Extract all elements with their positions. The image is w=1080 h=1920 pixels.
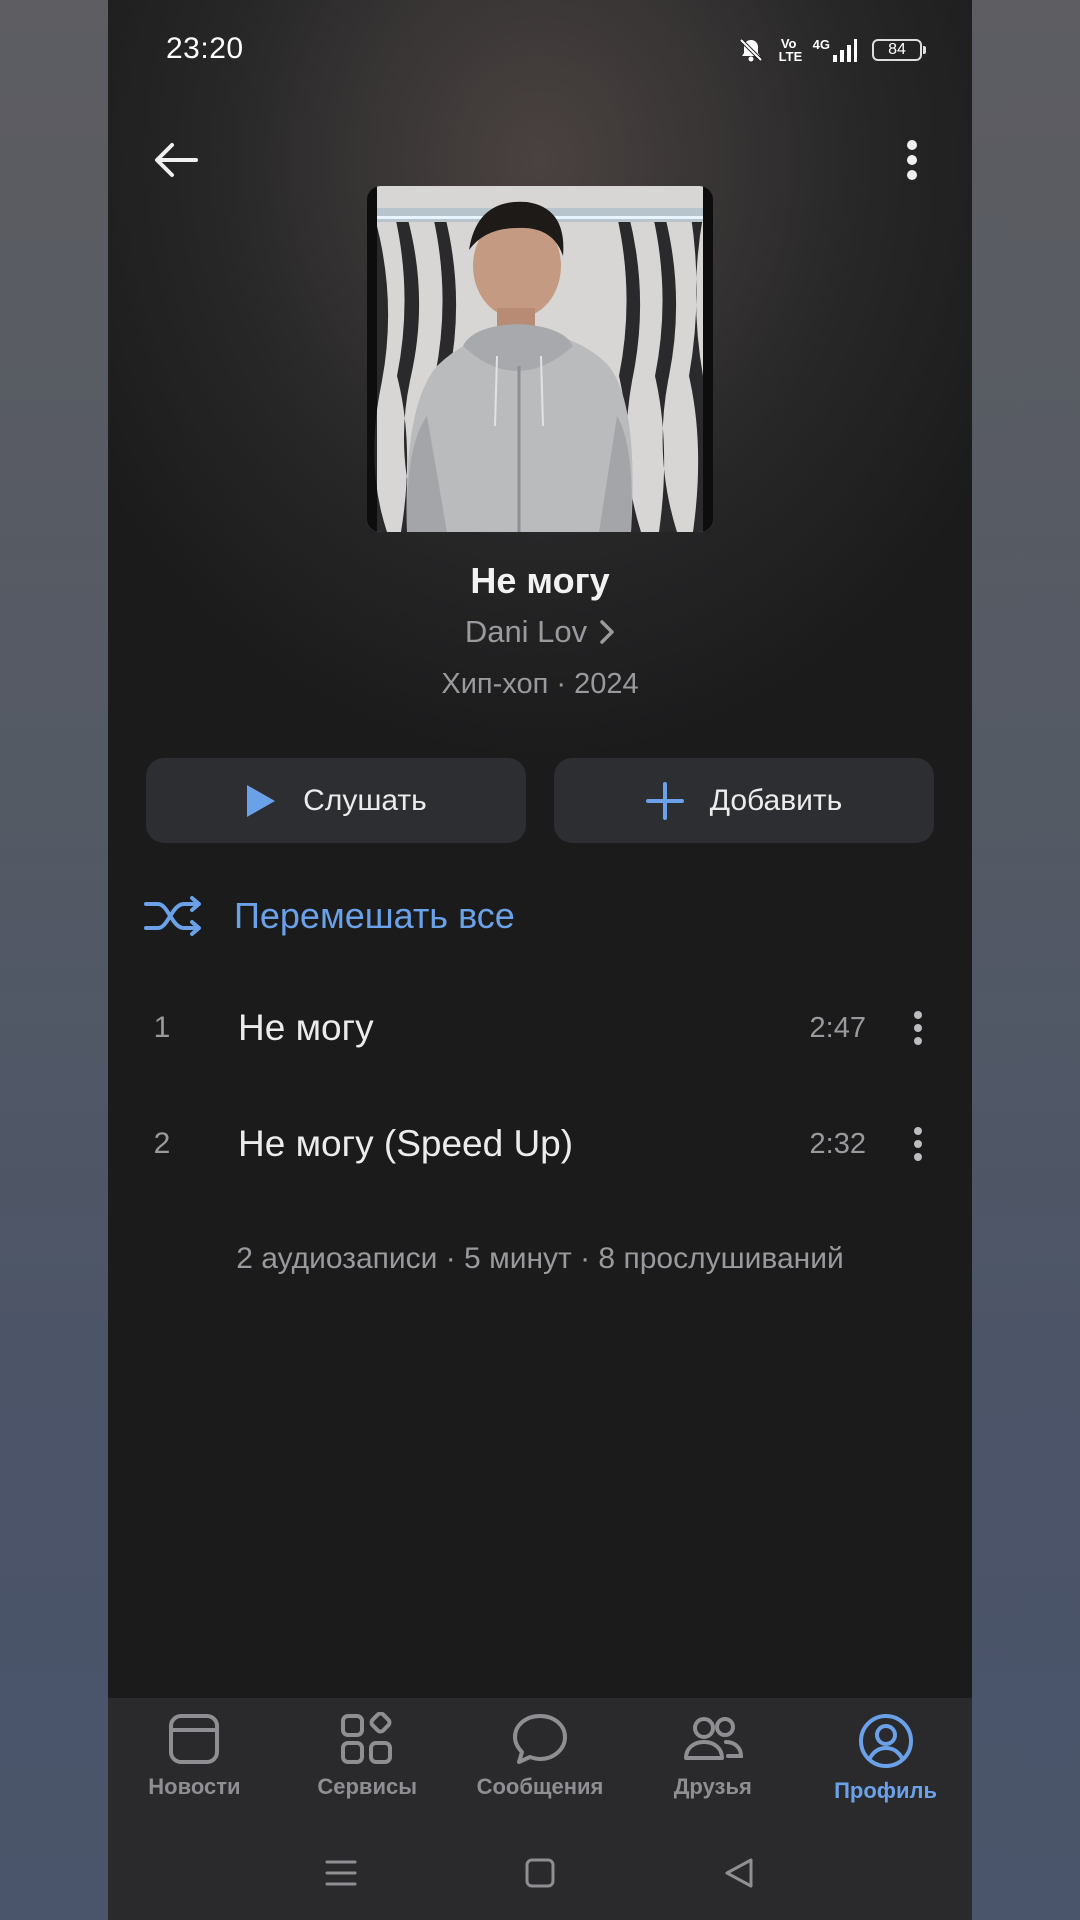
mute-bell-icon: [739, 38, 763, 62]
messages-icon: [512, 1714, 567, 1764]
plus-icon: [645, 781, 684, 820]
add-button-label: Добавить: [709, 783, 843, 817]
track-row[interactable]: 1 Не могу 2:47: [108, 970, 972, 1086]
back-button[interactable]: [144, 128, 208, 192]
status-icons: Vo LTE 4G 84: [737, 32, 926, 68]
status-bar: 23:20 Vo LTE 4G 84: [108, 0, 972, 100]
listen-button-label: Слушать: [303, 783, 427, 817]
track-duration: 2:32: [809, 1127, 866, 1160]
add-button[interactable]: Добавить: [554, 758, 934, 843]
profile-icon: [858, 1714, 913, 1768]
friends-icon: [683, 1717, 743, 1760]
system-nav-bar: [108, 1826, 972, 1920]
shuffle-all-button[interactable]: Перемешать все: [144, 884, 515, 948]
volte-indicator: Vo LTE: [778, 36, 803, 64]
nav-item-services[interactable]: Сервисы: [281, 1698, 454, 1826]
play-icon: [247, 784, 276, 817]
nav-label: Друзья: [673, 1774, 752, 1799]
track-more-button[interactable]: [898, 1114, 938, 1174]
track-list: 1 Не могу 2:47 2 Не могу (Speed Up) 2:32: [108, 970, 972, 1202]
nav-item-profile[interactable]: Профиль: [799, 1698, 972, 1826]
battery-icon: 84: [872, 39, 926, 61]
artist-link[interactable]: Dani Lov: [108, 614, 972, 650]
nav-label: Новости: [148, 1774, 241, 1799]
network-type: 4G: [813, 37, 858, 63]
more-vertical-icon: [914, 1127, 922, 1161]
album-title: Не могу: [470, 560, 610, 601]
news-icon: [169, 1714, 220, 1764]
album-cover-image: [367, 186, 713, 532]
more-options-button[interactable]: [884, 128, 940, 192]
arrow-left-icon: [155, 143, 198, 177]
recents-button[interactable]: [316, 1848, 366, 1898]
track-duration: 2:47: [809, 1011, 866, 1044]
track-more-button[interactable]: [898, 998, 938, 1058]
track-row[interactable]: 2 Не могу (Speed Up) 2:32: [108, 1086, 972, 1202]
network-label: 4G: [812, 37, 830, 52]
nav-label: Сервисы: [317, 1774, 418, 1799]
system-back-button[interactable]: [714, 1848, 764, 1898]
track-title: Не могу (Speed Up): [238, 1123, 574, 1164]
home-button[interactable]: [515, 1848, 565, 1898]
shuffle-icon: [144, 896, 201, 936]
bottom-nav: Новости Сервисы Сообщения Друзья Профиль: [108, 1698, 972, 1826]
square-icon: [525, 1858, 555, 1888]
services-icon: [341, 1712, 393, 1764]
shuffle-label: Перемешать все: [234, 895, 515, 936]
more-vertical-icon: [907, 140, 917, 180]
track-number: 1: [153, 1011, 171, 1044]
nav-item-messages[interactable]: Сообщения: [454, 1698, 627, 1826]
track-number: 2: [153, 1127, 171, 1160]
chevron-right-icon: [600, 620, 614, 644]
album-summary: 2 аудиозаписи · 5 минут · 8 прослушивани…: [236, 1242, 844, 1275]
app-screen: 23:20 Vo LTE 4G 84 Не могу Dani Lov Хип-…: [108, 0, 972, 1920]
nav-label: Профиль: [834, 1778, 938, 1803]
nav-label: Сообщения: [476, 1774, 604, 1799]
triangle-back-icon: [725, 1858, 753, 1888]
album-cover: [367, 186, 713, 532]
menu-icon: [325, 1860, 357, 1886]
listen-button[interactable]: Слушать: [146, 758, 526, 843]
signal-icon: [833, 39, 857, 62]
track-title: Не могу: [238, 1007, 374, 1048]
artist-name: Dani Lov: [464, 614, 588, 649]
status-time: 23:20: [166, 32, 244, 65]
album-meta: Хип-хоп · 2024: [441, 668, 639, 700]
more-vertical-icon: [914, 1011, 922, 1045]
nav-item-news[interactable]: Новости: [108, 1698, 281, 1826]
nav-item-friends[interactable]: Друзья: [626, 1698, 799, 1826]
